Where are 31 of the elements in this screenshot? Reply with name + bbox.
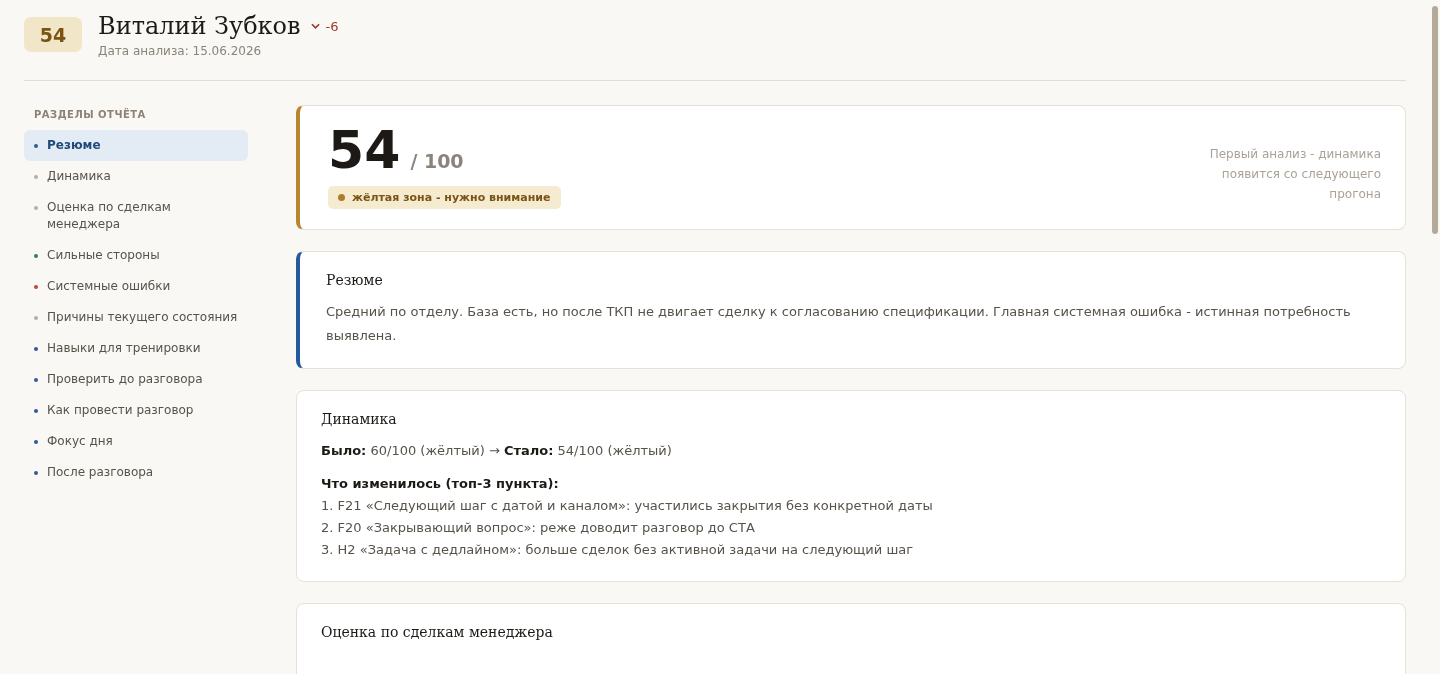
sidebar-item[interactable]: Сильные стороны: [24, 240, 248, 271]
caret-icon: [310, 23, 320, 29]
sidebar-title: РАЗДЕЛЫ ОТЧЁТА: [33, 107, 147, 122]
change-point: 3. Н2 «Задача с дедлайном»: больше сделок без активной задачи на следующий шаг: [321, 541, 915, 559]
score-delta: -6: [325, 18, 339, 34]
sidebar-item[interactable]: После разговора: [24, 457, 248, 488]
sidebar-item[interactable]: Как провести разговор: [24, 395, 248, 426]
sidebar-item[interactable]: Динамика: [24, 161, 248, 192]
sidebar-item[interactable]: Фокус дня: [24, 426, 248, 457]
change-point: 2. F20 «Закрывающий вопрос»: реже доводит разговор до СТА: [321, 519, 756, 537]
dynamics-note: Первый анализ - динамика появится со следующего прогона: [1208, 146, 1381, 203]
score-value: 54: [328, 124, 401, 176]
card-title: Динамика: [321, 411, 398, 427]
summary-text: Средний по отделу. База есть, но после ТКП не двигает сделку к согласованию спецификации. Главная системная ошибка - истинная потребность выявлена.: [326, 303, 1352, 345]
sidebar-item[interactable]: Причины текущего состояния: [24, 302, 248, 333]
score-max: / 100: [410, 150, 464, 172]
sidebar-item[interactable]: Проверить до разговора: [24, 364, 248, 395]
change-point: 1. F21 «Следующий шаг с датой и каналом»: участились закрытия без конкретной даты: [321, 497, 934, 515]
sidebar-item[interactable]: Резюме: [24, 130, 248, 161]
card-title: Оценка по сделкам менеджера: [321, 624, 554, 640]
analysis-date: Дата анализа: 15.06.2026: [98, 44, 263, 58]
card-title: Резюме: [326, 272, 384, 288]
scrollbar-thumb[interactable]: [1432, 6, 1438, 234]
sidebar-item[interactable]: Системные ошибки: [24, 271, 248, 302]
sidebar-item[interactable]: Навыки для тренировки: [24, 333, 248, 364]
changes-heading: Что изменилось (топ-3 пункта):: [321, 475, 560, 493]
score-change: Было: 60/100 (жёлтый) → Стало: 54/100 (жёлтый): [321, 442, 673, 460]
manager-name: Виталий Зубков: [98, 12, 301, 40]
score-badge: 54: [24, 17, 82, 52]
zone-tag: жёлтая зона - нужно внимание: [328, 186, 561, 209]
sidebar-item[interactable]: Оценка по сделкам менеджера: [24, 192, 248, 240]
